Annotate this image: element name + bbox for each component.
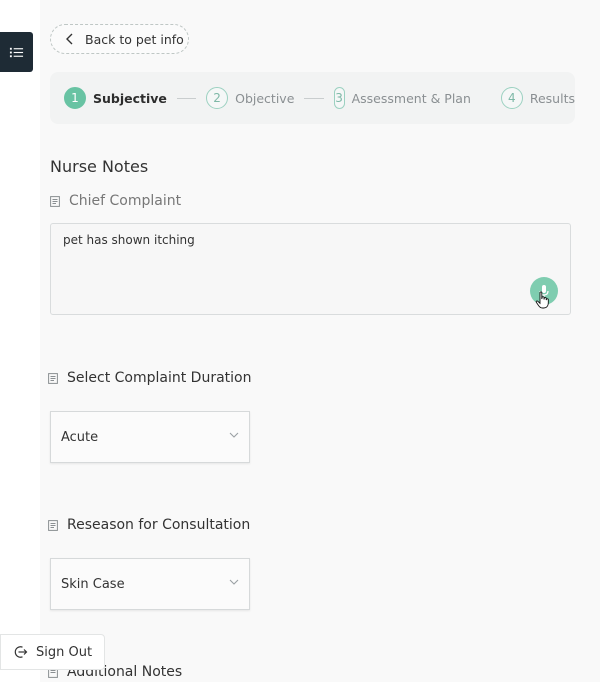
step-number: 2 (206, 87, 229, 109)
menu-toggle-button[interactable] (0, 32, 33, 72)
sign-out-icon (14, 646, 28, 658)
label-text: Select Complaint Duration (67, 370, 252, 386)
selected-value: Skin Case (61, 576, 125, 592)
note-icon (48, 372, 58, 384)
label-text: Chief Complaint (69, 193, 182, 209)
step-label: Assessment & Plan (351, 90, 471, 106)
consultation-reason-label: Reseason for Consultation (48, 517, 250, 533)
step-connector (304, 97, 324, 99)
step-label: Subjective (93, 90, 167, 106)
complaint-duration-label: Select Complaint Duration (48, 370, 251, 386)
step-assessment-plan[interactable]: 3 Assessment & Plan (333, 87, 471, 109)
step-results[interactable]: 4 Results (500, 87, 575, 109)
step-label: Objective (235, 90, 295, 106)
chief-complaint-input[interactable]: pet has shown itching (50, 223, 571, 315)
note-icon (48, 519, 58, 531)
chief-complaint-label: Chief Complaint (50, 193, 181, 209)
step-label: Results (529, 90, 575, 106)
chevron-down-icon (229, 432, 239, 438)
hand-pointer-icon (535, 291, 549, 309)
consultation-reason-select[interactable]: Skin Case (50, 558, 250, 610)
step-connector (176, 97, 197, 99)
step-number: 4 (500, 87, 523, 109)
chevron-down-icon (229, 579, 239, 585)
progress-stepper: 1 Subjective 2 Objective 3 Assessment & … (50, 72, 575, 124)
step-number: 3 (333, 87, 345, 109)
label-text: Reseason for Consultation (67, 517, 251, 533)
list-icon (9, 47, 24, 57)
step-connector (479, 98, 493, 99)
chevron-left-icon (66, 33, 73, 45)
selected-value: Acute (61, 429, 99, 445)
back-to-pet-info-button[interactable]: Back to pet info (50, 24, 189, 54)
step-number: 1 (64, 87, 86, 109)
step-subjective[interactable]: 1 Subjective (64, 87, 167, 109)
input-value: pet has shown itching (63, 233, 195, 247)
sign-out-button[interactable]: Sign Out (0, 634, 105, 670)
back-label: Back to pet info (85, 31, 184, 47)
section-title: Nurse Notes (50, 157, 149, 176)
sign-out-label: Sign Out (36, 644, 93, 660)
note-icon (50, 195, 60, 207)
main-content: Back to pet info 1 Subjective 2 Objectiv… (20, 0, 600, 682)
complaint-duration-select[interactable]: Acute (50, 411, 250, 463)
step-objective[interactable]: 2 Objective (206, 87, 294, 109)
